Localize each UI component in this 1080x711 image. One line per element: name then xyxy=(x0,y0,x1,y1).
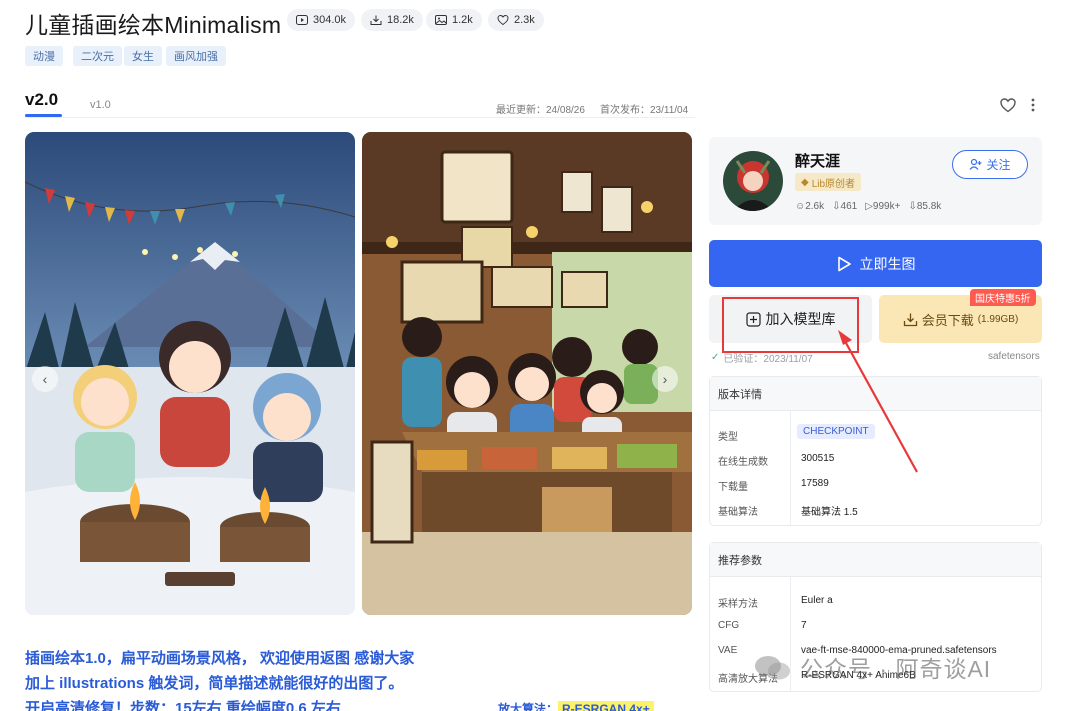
recommended-header: 推荐参数 xyxy=(710,543,1041,577)
author-downloads-stat: ⇩85.8k xyxy=(908,201,941,212)
description-line-2: 加上 illustrations 触发词，简单描述就能很好的出图了。 xyxy=(25,675,404,692)
upscale-label: 放大算法： R-ESRGAN 4x+ xyxy=(498,700,654,711)
detail-key: 基础算法 xyxy=(718,507,758,518)
page-title: 儿童插画绘本Minimalism xyxy=(25,12,282,38)
generate-label: 立即生图 xyxy=(859,255,916,272)
follow-button[interactable]: 关注 xyxy=(952,150,1028,179)
previous-image-button[interactable]: ‹ xyxy=(32,366,58,392)
likes-stat: 2.3k xyxy=(488,9,544,31)
upscale-label-text: 放大算法： xyxy=(498,702,559,711)
detail-key: 在线生成数 xyxy=(718,457,768,468)
follow-label: 关注 xyxy=(986,158,1011,172)
download-icon xyxy=(903,313,917,326)
user-icon: ☺ xyxy=(795,201,806,212)
detail-row-online-gens: 在线生成数 300515 xyxy=(710,447,1041,471)
param-value: Euler a xyxy=(801,595,833,606)
watermark: 公众号 · 阿奇谈AI xyxy=(752,650,991,684)
author-runs-count: 999k+ xyxy=(872,201,901,212)
gallery-image-campfire[interactable] xyxy=(25,132,355,615)
images-count: 1.2k xyxy=(452,14,473,26)
upscale-value: R-ESRGAN 4x+ xyxy=(558,701,654,711)
published-date: 首次发布：23/11/04 xyxy=(600,105,689,116)
campfire-illustration xyxy=(25,132,355,615)
next-image-button[interactable]: › xyxy=(652,366,678,392)
version-divider xyxy=(25,117,695,118)
favorite-icon[interactable] xyxy=(999,96,1017,114)
gallery-image-market[interactable] xyxy=(362,132,692,615)
tag-anime[interactable]: 动漫 xyxy=(25,46,63,66)
version-details-header: 版本详情 xyxy=(710,377,1041,411)
downloads-count: 18.2k xyxy=(387,14,414,26)
detail-row-base-algo: 基础算法 基础算法 1.5 xyxy=(710,497,1041,521)
avatar-image xyxy=(723,151,783,211)
add-user-icon xyxy=(970,158,982,170)
wechat-icon xyxy=(755,656,790,680)
tag-2d[interactable]: 二次元 xyxy=(73,46,122,66)
followers-count: 2.6k xyxy=(805,201,825,212)
param-value: 7 xyxy=(801,620,807,631)
highlight-annotation-box xyxy=(722,297,859,353)
generate-now-button[interactable]: 立即生图 xyxy=(709,240,1042,287)
verified-info: ✓ 已验证：2023/11/07 xyxy=(711,350,813,365)
tab-version-other[interactable]: v1.0 xyxy=(90,99,111,111)
download-small-icon: ⇩ xyxy=(832,201,841,212)
author-likes-count: 461 xyxy=(840,201,858,212)
image-icon xyxy=(435,15,447,25)
param-key: CFG xyxy=(718,620,740,631)
chevron-right-icon: › xyxy=(662,371,668,387)
type-badge: CHECKPOINT xyxy=(797,424,875,439)
more-options-icon[interactable] xyxy=(1028,97,1038,113)
detail-value: 基础算法 1.5 xyxy=(801,507,858,518)
detail-value: 17589 xyxy=(801,478,829,489)
followers-stat: ☺2.6k xyxy=(795,201,824,212)
chevron-left-icon: ‹ xyxy=(42,371,48,387)
param-row-cfg: CFG 7 xyxy=(710,614,1041,638)
tag-girl[interactable]: 女生 xyxy=(124,46,162,66)
play-small-icon: ▷ xyxy=(865,201,873,212)
watermark-text: 公众号 · 阿奇谈AI xyxy=(800,656,992,682)
download-size: (1.99GB) xyxy=(977,313,1019,325)
updated-date: 最近更新：24/08/26 xyxy=(496,105,585,116)
likes-count: 2.3k xyxy=(514,14,535,26)
author-runs-stat: ▷999k+ xyxy=(865,201,900,212)
images-stat: 1.2k xyxy=(426,9,482,31)
file-format: safetensors xyxy=(988,351,1040,362)
original-creator-badge: ◆ Lib原创者 xyxy=(795,173,862,191)
heart-icon xyxy=(497,14,509,26)
description-line-3: 开启高清修复！步数：15左右 重绘幅度0.6 左右 xyxy=(25,700,341,711)
play-icon xyxy=(296,15,308,25)
version-details-panel: 版本详情 类型 CHECKPOINT 在线生成数 300515 下载量 1758… xyxy=(709,376,1042,526)
param-key: 采样方法 xyxy=(718,599,758,610)
play-outline-icon xyxy=(837,256,851,271)
author-downloads-count: 85.8k xyxy=(916,201,942,212)
author-stats: ☺2.6k ⇩461 ▷999k+ ⇩85.8k xyxy=(795,201,941,212)
tag-style[interactable]: 画风加强 xyxy=(166,46,226,66)
runs-stat: 304.0k xyxy=(287,9,356,31)
download-icon xyxy=(370,15,382,25)
tab-version-active[interactable]: v2.0 xyxy=(25,90,58,110)
runs-count: 304.0k xyxy=(313,14,347,26)
badge-label: Lib原创者 xyxy=(811,178,856,190)
param-key: VAE xyxy=(718,645,738,656)
description-line-1: 插画绘本1.0，扁平动画场景风格， 欢迎使用返图 感谢大家 xyxy=(25,650,415,667)
detail-value: 300515 xyxy=(801,453,835,464)
promo-badge: 国庆特惠5折 xyxy=(970,289,1036,306)
diamond-icon: ◆ xyxy=(801,176,809,188)
shield-check-icon: ✓ xyxy=(711,352,720,363)
detail-key: 类型 xyxy=(718,432,738,443)
detail-row-downloads: 下载量 17589 xyxy=(710,472,1041,496)
author-name[interactable]: 醉天涯 xyxy=(795,150,840,171)
verified-date: 已验证：2023/11/07 xyxy=(723,354,813,365)
avatar[interactable] xyxy=(723,151,783,211)
market-illustration xyxy=(362,132,692,615)
download-small-icon-2: ⇩ xyxy=(908,201,917,212)
detail-key: 下载量 xyxy=(718,482,748,493)
downloads-stat: 18.2k xyxy=(361,9,423,31)
download-label: 会员下载 xyxy=(921,312,974,328)
author-likes-stat: ⇩461 xyxy=(832,201,857,212)
param-row-sampler: 采样方法 Euler a xyxy=(710,589,1041,613)
detail-row-type: 类型 CHECKPOINT xyxy=(710,422,1041,446)
